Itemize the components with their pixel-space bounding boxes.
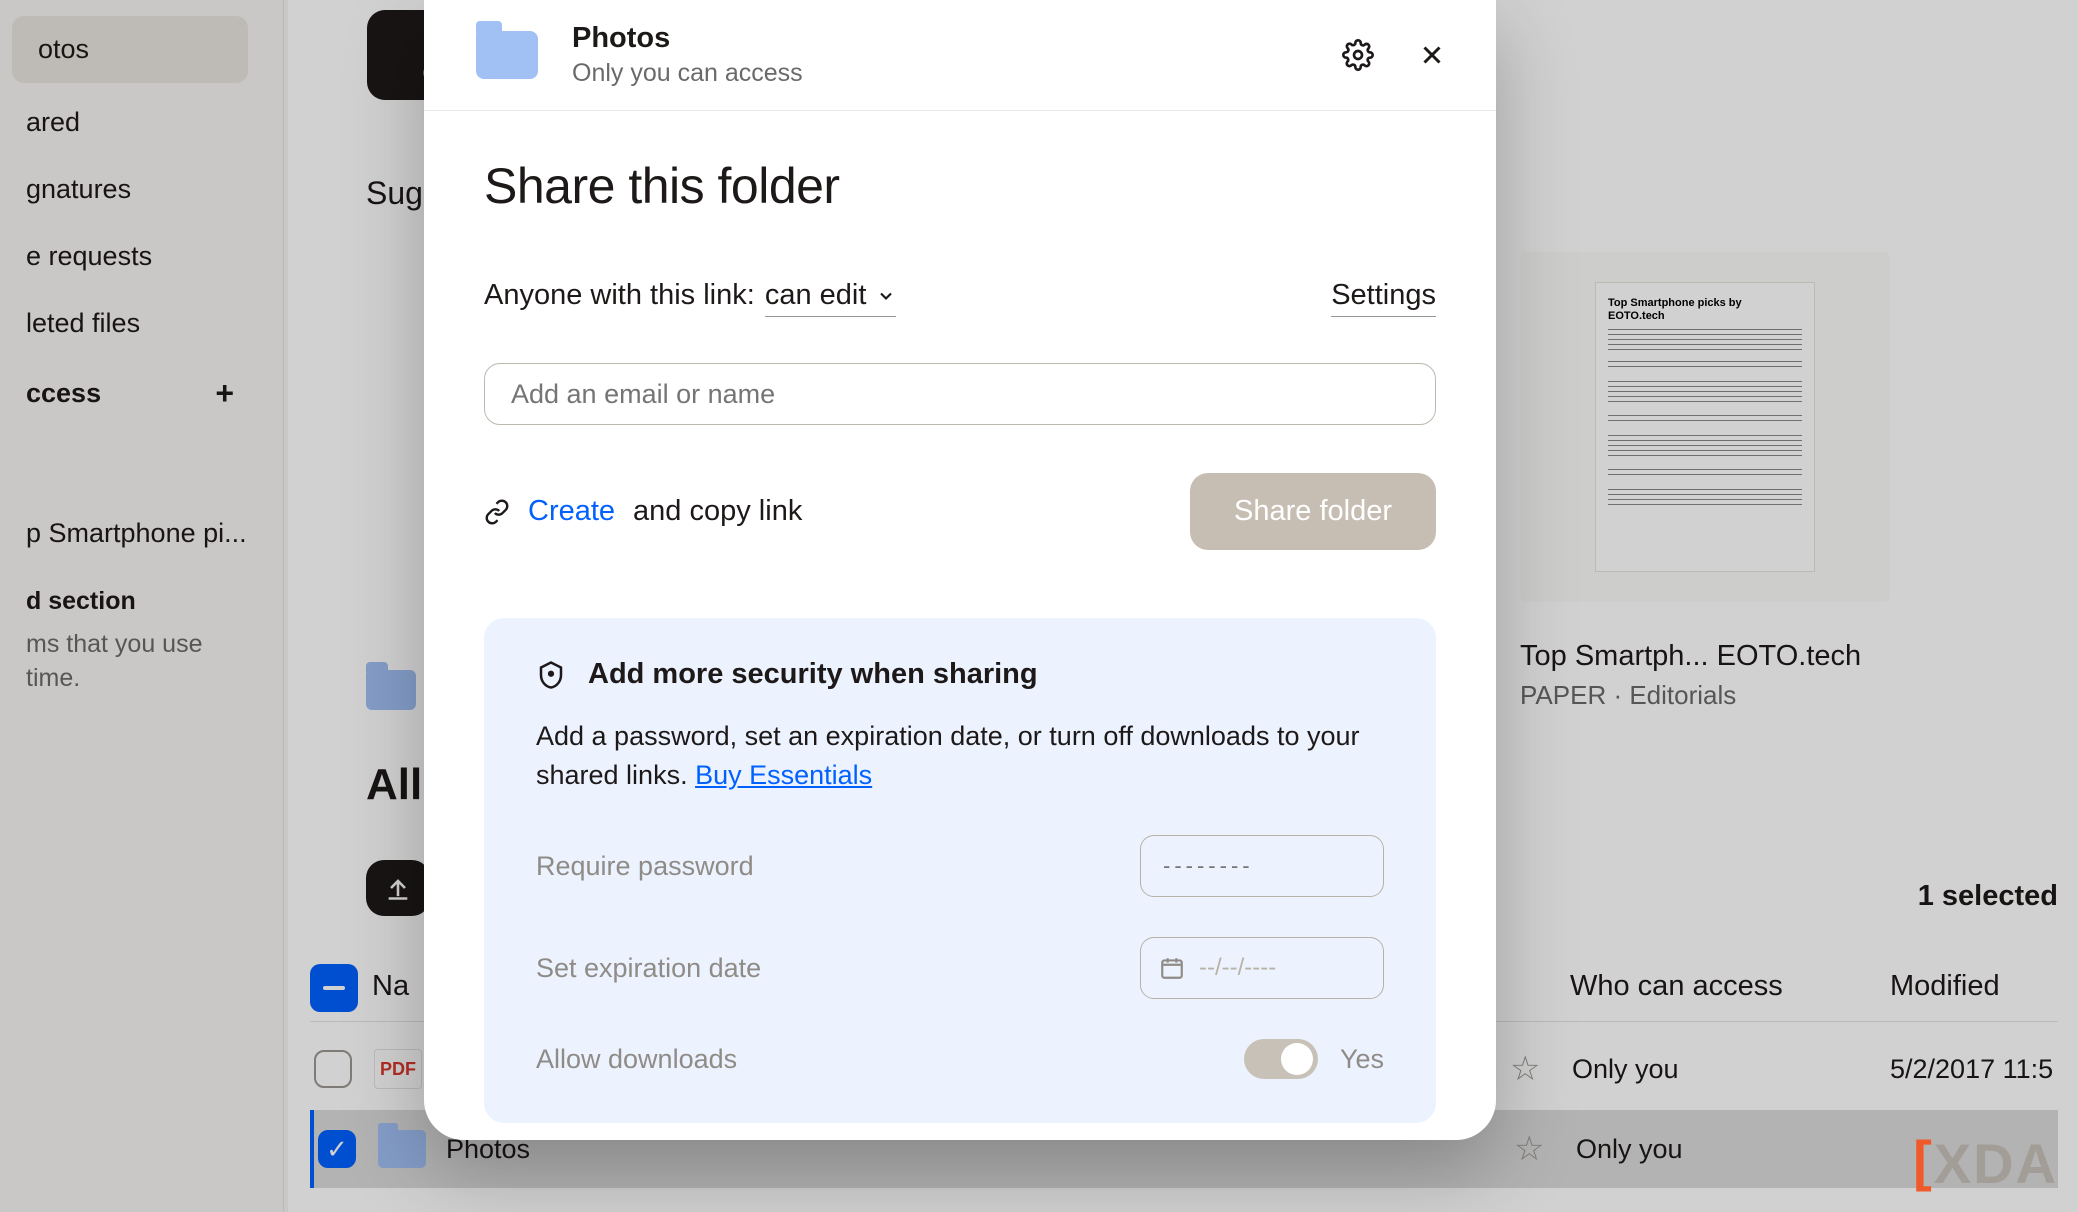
link-row: Create and copy link Share folder	[484, 473, 1436, 550]
buy-essentials-link[interactable]: Buy Essentials	[695, 760, 872, 790]
chevron-down-icon	[876, 286, 896, 306]
allow-downloads-toggle[interactable]	[1244, 1039, 1318, 1079]
gear-icon[interactable]	[1338, 35, 1378, 75]
calendar-icon	[1159, 955, 1185, 981]
xda-watermark: [XDA	[1913, 1131, 2058, 1196]
modal-title: Share this folder	[484, 157, 1436, 215]
share-modal: Photos Only you can access Share this fo…	[424, 0, 1496, 1140]
recipient-input[interactable]	[484, 363, 1436, 425]
expiration-input[interactable]: --/--/----	[1140, 937, 1384, 999]
settings-link[interactable]: Settings	[1331, 279, 1436, 317]
create-link-rest: and copy link	[633, 495, 802, 528]
folder-icon	[476, 31, 538, 79]
toggle-state-label: Yes	[1340, 1044, 1384, 1075]
shield-icon	[536, 660, 566, 690]
modal-folder-name: Photos	[572, 22, 803, 55]
expiration-row: Set expiration date --/--/----	[536, 937, 1384, 999]
security-description: Add a password, set an expiration date, …	[536, 717, 1384, 795]
require-password-row: Require password	[536, 835, 1384, 897]
allow-downloads-label: Allow downloads	[536, 1044, 737, 1075]
security-heading-text: Add more security when sharing	[588, 658, 1038, 691]
modal-header: Photos Only you can access	[424, 0, 1496, 111]
create-link-button[interactable]: Create and copy link	[484, 495, 802, 528]
security-heading: Add more security when sharing	[536, 658, 1384, 691]
date-placeholder: --/--/----	[1199, 954, 1276, 982]
access-row: Anyone with this link: can edit Settings	[484, 279, 1436, 317]
allow-downloads-row: Allow downloads Yes	[536, 1039, 1384, 1079]
expiration-label: Set expiration date	[536, 953, 761, 984]
access-level-select[interactable]: can edit	[765, 279, 897, 317]
modal-body: Share this folder Anyone with this link:…	[424, 111, 1496, 1140]
share-button[interactable]: Share folder	[1190, 473, 1436, 550]
close-icon[interactable]	[1412, 35, 1452, 75]
require-password-label: Require password	[536, 851, 754, 882]
password-input[interactable]	[1140, 835, 1384, 897]
access-level-value: can edit	[765, 279, 867, 312]
link-icon	[484, 499, 510, 525]
access-prefix: Anyone with this link:	[484, 279, 755, 312]
modal-access-subtitle: Only you can access	[572, 59, 803, 88]
security-panel: Add more security when sharing Add a pas…	[484, 618, 1436, 1123]
create-link-blue: Create	[528, 495, 615, 528]
